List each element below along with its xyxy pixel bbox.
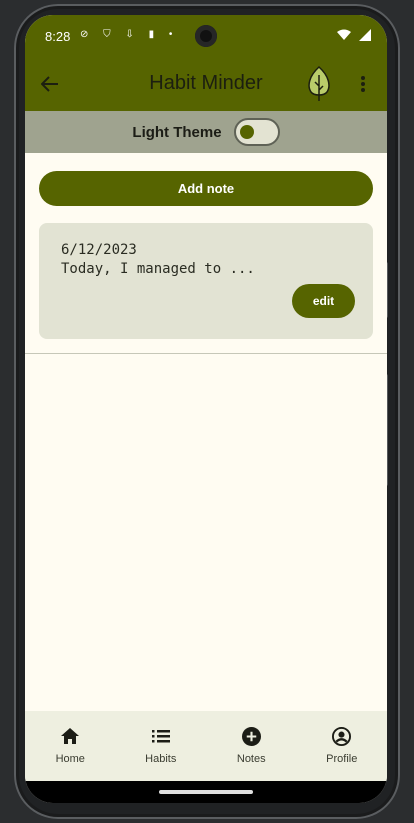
note-text: Today, I managed to ... xyxy=(61,261,255,277)
add-note-button[interactable]: Add note xyxy=(39,171,373,206)
account-circle-icon xyxy=(331,725,353,747)
nav-label-home: Home xyxy=(55,753,85,765)
list-icon xyxy=(150,725,172,747)
note-card[interactable]: 6/12/2023 Today, I managed to ... edit xyxy=(39,223,373,339)
more-options-button[interactable] xyxy=(351,71,375,97)
status-notification-icons: ⊘ ⛉ ⇩ ▮ • xyxy=(80,29,179,40)
nav-item-profile[interactable]: Profile xyxy=(297,711,388,781)
note-date: 6/12/2023 xyxy=(61,242,137,258)
status-bar: 8:28 ⊘ ⛉ ⇩ ▮ • xyxy=(25,15,387,57)
wifi-icon xyxy=(337,29,351,40)
nav-label-profile: Profile xyxy=(326,753,358,765)
status-time: 8:28 xyxy=(45,29,71,44)
cell-signal-icon xyxy=(359,29,371,41)
divider xyxy=(25,353,387,354)
leaf-logo-icon xyxy=(308,66,330,101)
theme-toggle[interactable] xyxy=(233,118,280,146)
nav-item-home[interactable]: Home xyxy=(25,711,116,781)
toggle-knob xyxy=(239,125,254,139)
app-screen: 8:28 ⊘ ⛉ ⇩ ▮ • Habit Minder Light Theme … xyxy=(25,15,387,803)
nav-item-habits[interactable]: Habits xyxy=(116,711,207,781)
gesture-navigation-area xyxy=(25,781,387,803)
theme-label: Light Theme xyxy=(132,123,222,141)
home-icon xyxy=(59,725,81,747)
app-bar: Habit Minder xyxy=(25,57,387,111)
add-circle-icon xyxy=(240,725,262,747)
nav-item-notes[interactable]: Notes xyxy=(206,711,297,781)
bottom-navigation: Home Habits Notes Profile xyxy=(25,711,387,781)
edit-note-button[interactable]: edit xyxy=(292,284,355,318)
more-vert-icon xyxy=(361,76,365,92)
nav-label-notes: Notes xyxy=(236,753,266,765)
nav-label-habits: Habits xyxy=(145,753,177,765)
front-camera xyxy=(195,25,217,47)
theme-row: Light Theme xyxy=(25,111,387,153)
home-gesture-bar[interactable] xyxy=(159,790,253,794)
